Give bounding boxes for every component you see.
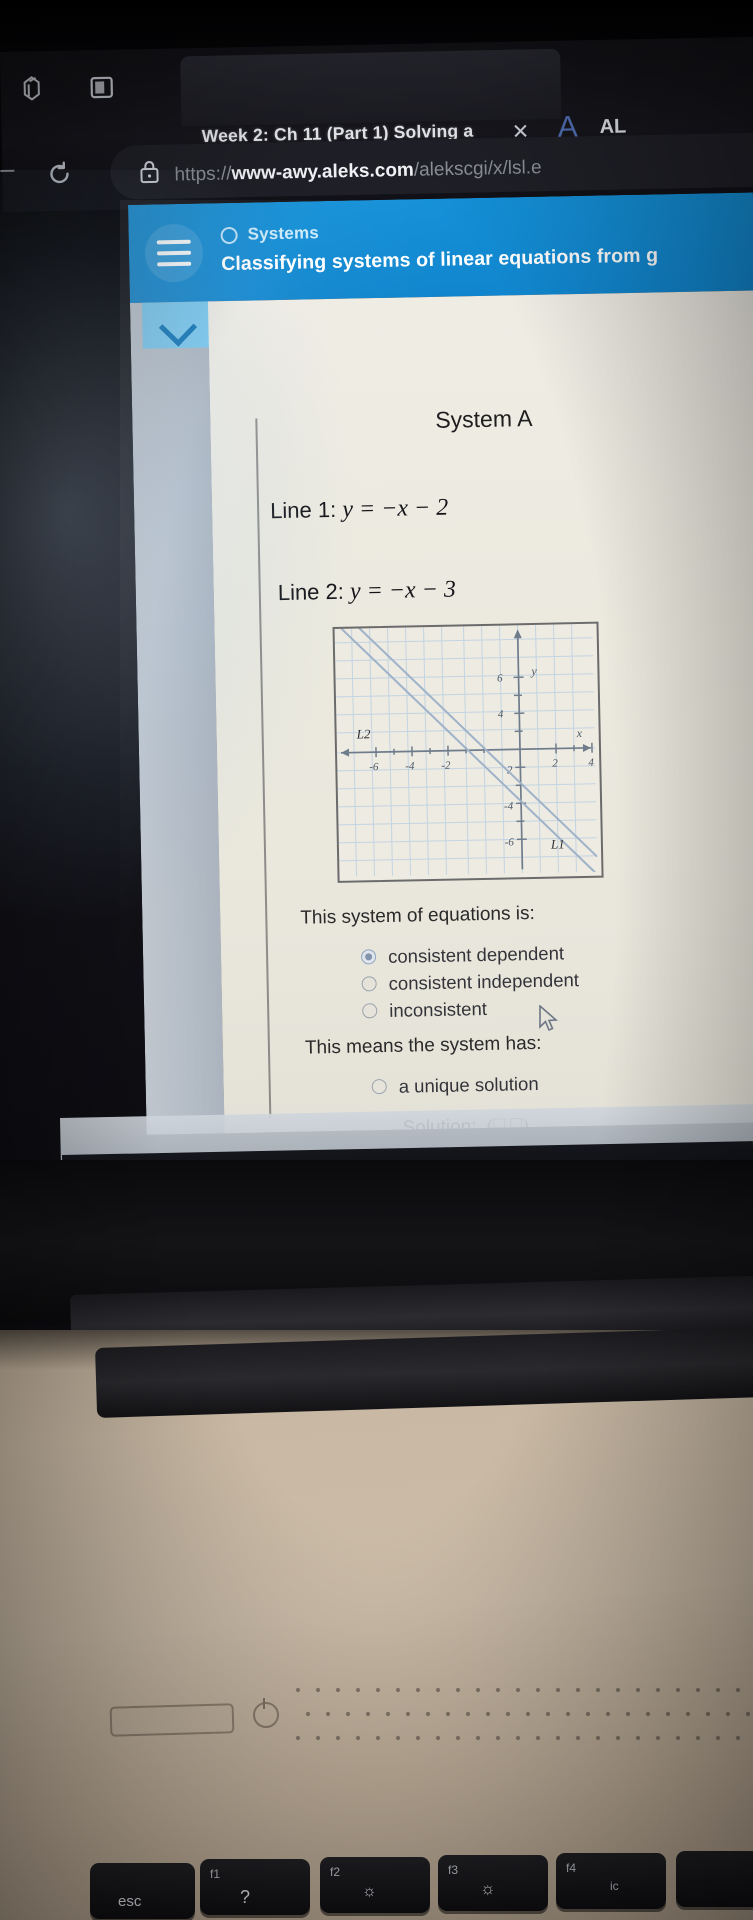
topic-row: Systems (220, 223, 319, 245)
url-scheme: https:// (174, 163, 232, 186)
key-f4-label: f4 (566, 1861, 577, 1875)
speaker-grille (295, 1687, 751, 1741)
line2-equation-row: Line 2: y = −x − 3 (278, 576, 457, 607)
problem-content: System A Line 1: y = −x − 2 Line 2: y = … (207, 290, 753, 1135)
line-label-L2: L2 (356, 726, 372, 741)
aleks-page: Systems Classifying systems of linear eq… (128, 192, 753, 1135)
question-2-options: a unique solution (371, 1070, 539, 1100)
option-label: consistent dependent (387, 941, 565, 967)
chevron-down-icon (158, 308, 198, 347)
lock-icon[interactable] (138, 159, 161, 185)
key-esc-label: esc (118, 1893, 142, 1910)
power-button-line (263, 1698, 265, 1709)
line1-equation-row: Line 1: y = −x − 2 (270, 495, 449, 526)
xtick--4: -4 (405, 760, 415, 772)
x-axis-label: x (576, 726, 583, 740)
mouse-cursor (539, 1005, 558, 1032)
topic-label: Systems (247, 223, 320, 244)
question-2-text: This means the system has: (304, 1032, 542, 1059)
option-unique-solution[interactable]: a unique solution (371, 1070, 539, 1100)
page-title: Classifying systems of linear equations … (220, 244, 659, 276)
keyboard-function-row: esc f1 ? f2 ☼ f3 ☼ f4 ic (0, 1845, 753, 1920)
key-f1-sub: ? (240, 1887, 251, 1907)
system-name: System A (435, 404, 533, 433)
workspaces-icon[interactable] (18, 73, 49, 104)
laptop-deck (0, 1330, 753, 1920)
brightness-down-icon: ☼ (362, 1883, 377, 1900)
line-label-L1: L1 (550, 836, 565, 851)
url-path: /alekscgi/x/lsl.e (413, 157, 542, 181)
screenshot-root: Week 2: Ch 11 (Part 1) Solving a ✕ A AL (0, 0, 753, 1920)
key-f1-label: f1 (210, 1867, 221, 1881)
power-button-icon[interactable] (253, 1702, 279, 1728)
line2-label: Line 2: (277, 578, 345, 606)
browser-active-tab[interactable] (180, 48, 562, 127)
graph-svg: -6 -4 -2 2 4 6 4 2 -4 -6 y x L2 L1 (334, 623, 598, 877)
fingerprint-sensor[interactable] (109, 1703, 235, 1737)
xtick--6: -6 (369, 761, 379, 773)
url-domain: www-awy.aleks.com (231, 159, 415, 185)
y-axis-label: y (530, 664, 537, 678)
x-axis-arrow-left (341, 748, 350, 757)
coordinate-graph: -6 -4 -2 2 4 6 4 2 -4 -6 y x L2 L1 (332, 621, 604, 883)
option-label: consistent independent (388, 968, 580, 994)
xtick-2: 2 (552, 757, 558, 769)
tab-list-icon[interactable] (86, 72, 117, 103)
key-esc[interactable] (90, 1863, 195, 1919)
radio-inconsistent[interactable] (362, 1003, 378, 1019)
key-f3-label: f3 (448, 1863, 459, 1877)
xtick-4: 4 (588, 757, 594, 769)
x-axis-arrow-right (582, 743, 591, 752)
back-button[interactable] (0, 169, 15, 173)
y-axis-arrow-up (513, 629, 522, 639)
xtick--2: -2 (441, 760, 451, 772)
radio-consistent-dependent[interactable] (360, 949, 377, 965)
ytick-4: 4 (498, 709, 504, 721)
key-f4-sub: ic (610, 1879, 619, 1893)
line2-equation: y = −x − 3 (349, 576, 457, 605)
content-divider (255, 418, 272, 1119)
browser-tab-strip: Week 2: Ch 11 (Part 1) Solving a ✕ A AL (0, 37, 753, 146)
ytick-6: 6 (497, 673, 503, 685)
question-1-text: This system of equations is: (300, 902, 535, 929)
browser-chrome: Week 2: Ch 11 (Part 1) Solving a ✕ A AL (0, 36, 753, 212)
key-f2-label: f2 (330, 1865, 341, 1879)
aleks-header: Systems Classifying systems of linear eq… (128, 192, 753, 303)
collapse-panel-button[interactable] (141, 301, 213, 349)
ytick--4: -4 (504, 800, 514, 812)
line1-equation: y = −x − 2 (342, 494, 449, 523)
radio-unique-solution[interactable] (371, 1078, 387, 1095)
brightness-up-icon: ☼ (480, 1879, 496, 1898)
radio-consistent-independent[interactable] (361, 976, 377, 992)
browser-left-icons (18, 72, 117, 104)
option-label: a unique solution (398, 1072, 539, 1097)
line1-label: Line 1: (269, 496, 337, 524)
graph-tick-labels: -6 -4 -2 2 4 6 4 2 -4 -6 (369, 673, 594, 849)
circle-outline-icon (220, 226, 238, 244)
reload-icon[interactable] (44, 159, 75, 190)
key-f5[interactable] (676, 1851, 753, 1907)
hamburger-menu-icon[interactable] (144, 223, 204, 283)
option-label: inconsistent (388, 997, 488, 1021)
ytick--6: -6 (505, 836, 515, 848)
